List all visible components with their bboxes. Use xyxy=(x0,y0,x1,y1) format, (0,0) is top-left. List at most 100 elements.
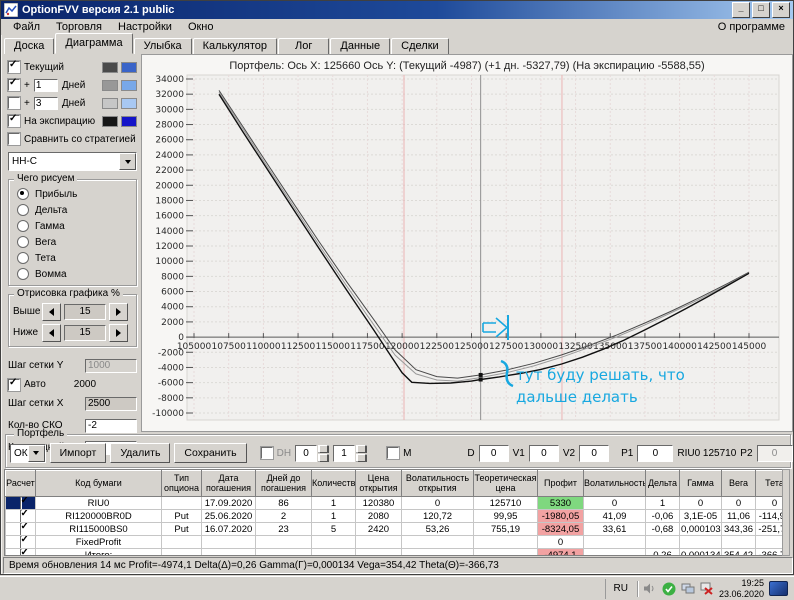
radio-vomma[interactable]: Вомма xyxy=(13,266,132,282)
preset-select[interactable]: ОК xyxy=(10,443,46,463)
maximize-button[interactable]: □ xyxy=(752,2,770,18)
row-calc-checkbox[interactable] xyxy=(19,536,22,548)
plus3-days-input[interactable] xyxy=(33,96,58,110)
header-vega[interactable]: Вега xyxy=(721,470,756,497)
radio-delta[interactable]: Дельта xyxy=(13,202,132,218)
network-error-icon[interactable] xyxy=(700,582,714,596)
minimize-button[interactable]: _ xyxy=(732,2,750,18)
auto-checkbox[interactable] xyxy=(7,377,21,392)
cell: -114,97 xyxy=(755,509,783,523)
menu-trade[interactable]: Торговля xyxy=(48,20,110,34)
header-delta[interactable]: Дельта xyxy=(645,470,680,497)
sko-input[interactable] xyxy=(85,418,137,433)
payoff-chart[interactable]: -10000-8000-6000-4000-200002000400060008… xyxy=(142,55,793,432)
d-input[interactable] xyxy=(478,444,509,462)
vega-radio[interactable] xyxy=(17,236,29,248)
menu-about[interactable]: О программе xyxy=(718,21,789,33)
network-icon[interactable] xyxy=(681,582,695,596)
tray-app-icon[interactable] xyxy=(769,581,788,596)
vomma-radio[interactable] xyxy=(17,268,29,280)
tab-smile[interactable]: Улыбка xyxy=(133,38,192,54)
tab-log[interactable]: Лог xyxy=(278,38,330,54)
menu-settings[interactable]: Настройки xyxy=(110,20,180,34)
tray-clock[interactable]: 19:25 23.06.2020 xyxy=(719,578,764,599)
header-volatility[interactable]: Волатильность xyxy=(583,470,646,497)
row-calc-cell[interactable] xyxy=(5,548,36,555)
v1-input[interactable] xyxy=(528,444,559,462)
tab-diagram[interactable]: Диаграмма xyxy=(55,33,133,54)
header-expiry-date[interactable]: Дата погашения xyxy=(201,470,256,497)
tab-deals[interactable]: Сделки xyxy=(391,38,449,54)
save-button[interactable]: Сохранить xyxy=(174,443,247,463)
header-option-type[interactable]: Тип опциона xyxy=(161,470,202,497)
radio-gamma[interactable]: Гамма xyxy=(13,218,132,234)
header-gamma[interactable]: Гамма xyxy=(679,470,722,497)
current-checkbox[interactable] xyxy=(7,60,21,74)
speaker-icon[interactable] xyxy=(643,582,657,596)
profit-radio[interactable] xyxy=(17,188,29,200)
header-calc[interactable]: Расчет xyxy=(5,470,36,497)
spin-down-icon[interactable] xyxy=(318,453,330,462)
language-indicator[interactable]: RU xyxy=(610,583,632,594)
tab-board[interactable]: Доска xyxy=(4,38,55,54)
row-calc-checkbox[interactable] xyxy=(19,549,22,555)
theta-radio[interactable] xyxy=(17,252,29,264)
above-decrease-button[interactable] xyxy=(42,302,61,321)
header-open-volatility[interactable]: Волатильность открытия xyxy=(401,470,474,497)
table-scrollbar[interactable] xyxy=(782,469,790,556)
row-calc-cell[interactable] xyxy=(5,522,36,536)
row-calc-checkbox[interactable] xyxy=(19,497,22,509)
dh-spin2-input[interactable] xyxy=(333,444,356,462)
tab-calculator[interactable]: Калькулятор xyxy=(192,38,278,54)
spin-up-icon[interactable] xyxy=(356,444,368,453)
below-decrease-button[interactable] xyxy=(42,323,61,342)
preset-select-arrow[interactable] xyxy=(27,444,45,462)
grid-step-x-input[interactable] xyxy=(85,396,137,411)
status-ok-icon[interactable] xyxy=(662,582,676,596)
tab-data[interactable]: Данные xyxy=(330,38,391,54)
spin-up-icon[interactable] xyxy=(318,444,330,453)
plus1-days-input[interactable] xyxy=(33,78,58,92)
header-quantity[interactable]: Количество xyxy=(311,470,356,497)
dh-spin1-input[interactable] xyxy=(295,444,318,462)
cell xyxy=(645,535,680,549)
gamma-radio[interactable] xyxy=(17,220,29,232)
plus3-checkbox[interactable] xyxy=(7,96,21,110)
svg-text:127500: 127500 xyxy=(489,342,524,352)
grid-step-y-input[interactable] xyxy=(85,358,137,373)
header-days-to-expiry[interactable]: Дней до погашения xyxy=(255,470,312,497)
plus1-checkbox[interactable] xyxy=(7,78,21,92)
header-theta[interactable]: Тета xyxy=(755,470,783,497)
v2-input[interactable] xyxy=(579,444,610,462)
above-increase-button[interactable] xyxy=(109,302,128,321)
delete-button[interactable]: Удалить xyxy=(110,443,171,463)
expiration-checkbox[interactable] xyxy=(7,114,21,128)
row-calc-cell[interactable] xyxy=(5,496,36,510)
p1-input[interactable] xyxy=(637,444,674,462)
row-calc-checkbox[interactable] xyxy=(19,510,22,522)
below-increase-button[interactable] xyxy=(109,323,128,342)
cell xyxy=(255,548,312,555)
menu-file[interactable]: Файл xyxy=(5,20,48,34)
header-profit[interactable]: Профит xyxy=(537,470,584,497)
header-code[interactable]: Код бумаги xyxy=(35,470,162,497)
p2-input[interactable] xyxy=(756,444,793,462)
compare-checkbox[interactable] xyxy=(7,132,21,146)
radio-theta[interactable]: Тета xyxy=(13,250,132,266)
row-calc-checkbox[interactable] xyxy=(19,523,22,535)
import-button[interactable]: Импорт xyxy=(49,443,107,463)
m-checkbox[interactable] xyxy=(386,446,401,460)
radio-profit[interactable]: Прибыль xyxy=(13,186,132,202)
header-theoretical-price[interactable]: Теоретическая цена xyxy=(473,470,538,497)
strategy-select-arrow[interactable] xyxy=(119,153,136,170)
row-calc-cell[interactable] xyxy=(5,509,36,523)
row-calc-cell[interactable] xyxy=(5,535,36,549)
dh-checkbox[interactable] xyxy=(259,446,274,460)
delta-radio[interactable] xyxy=(17,204,29,216)
header-open-price[interactable]: Цена открытия xyxy=(355,470,402,497)
spin-down-icon[interactable] xyxy=(356,453,368,462)
menu-window[interactable]: Окно xyxy=(180,20,222,34)
close-button[interactable]: × xyxy=(772,2,790,18)
strategy-select[interactable]: НН-С xyxy=(8,152,137,171)
radio-vega[interactable]: Вега xyxy=(13,234,132,250)
